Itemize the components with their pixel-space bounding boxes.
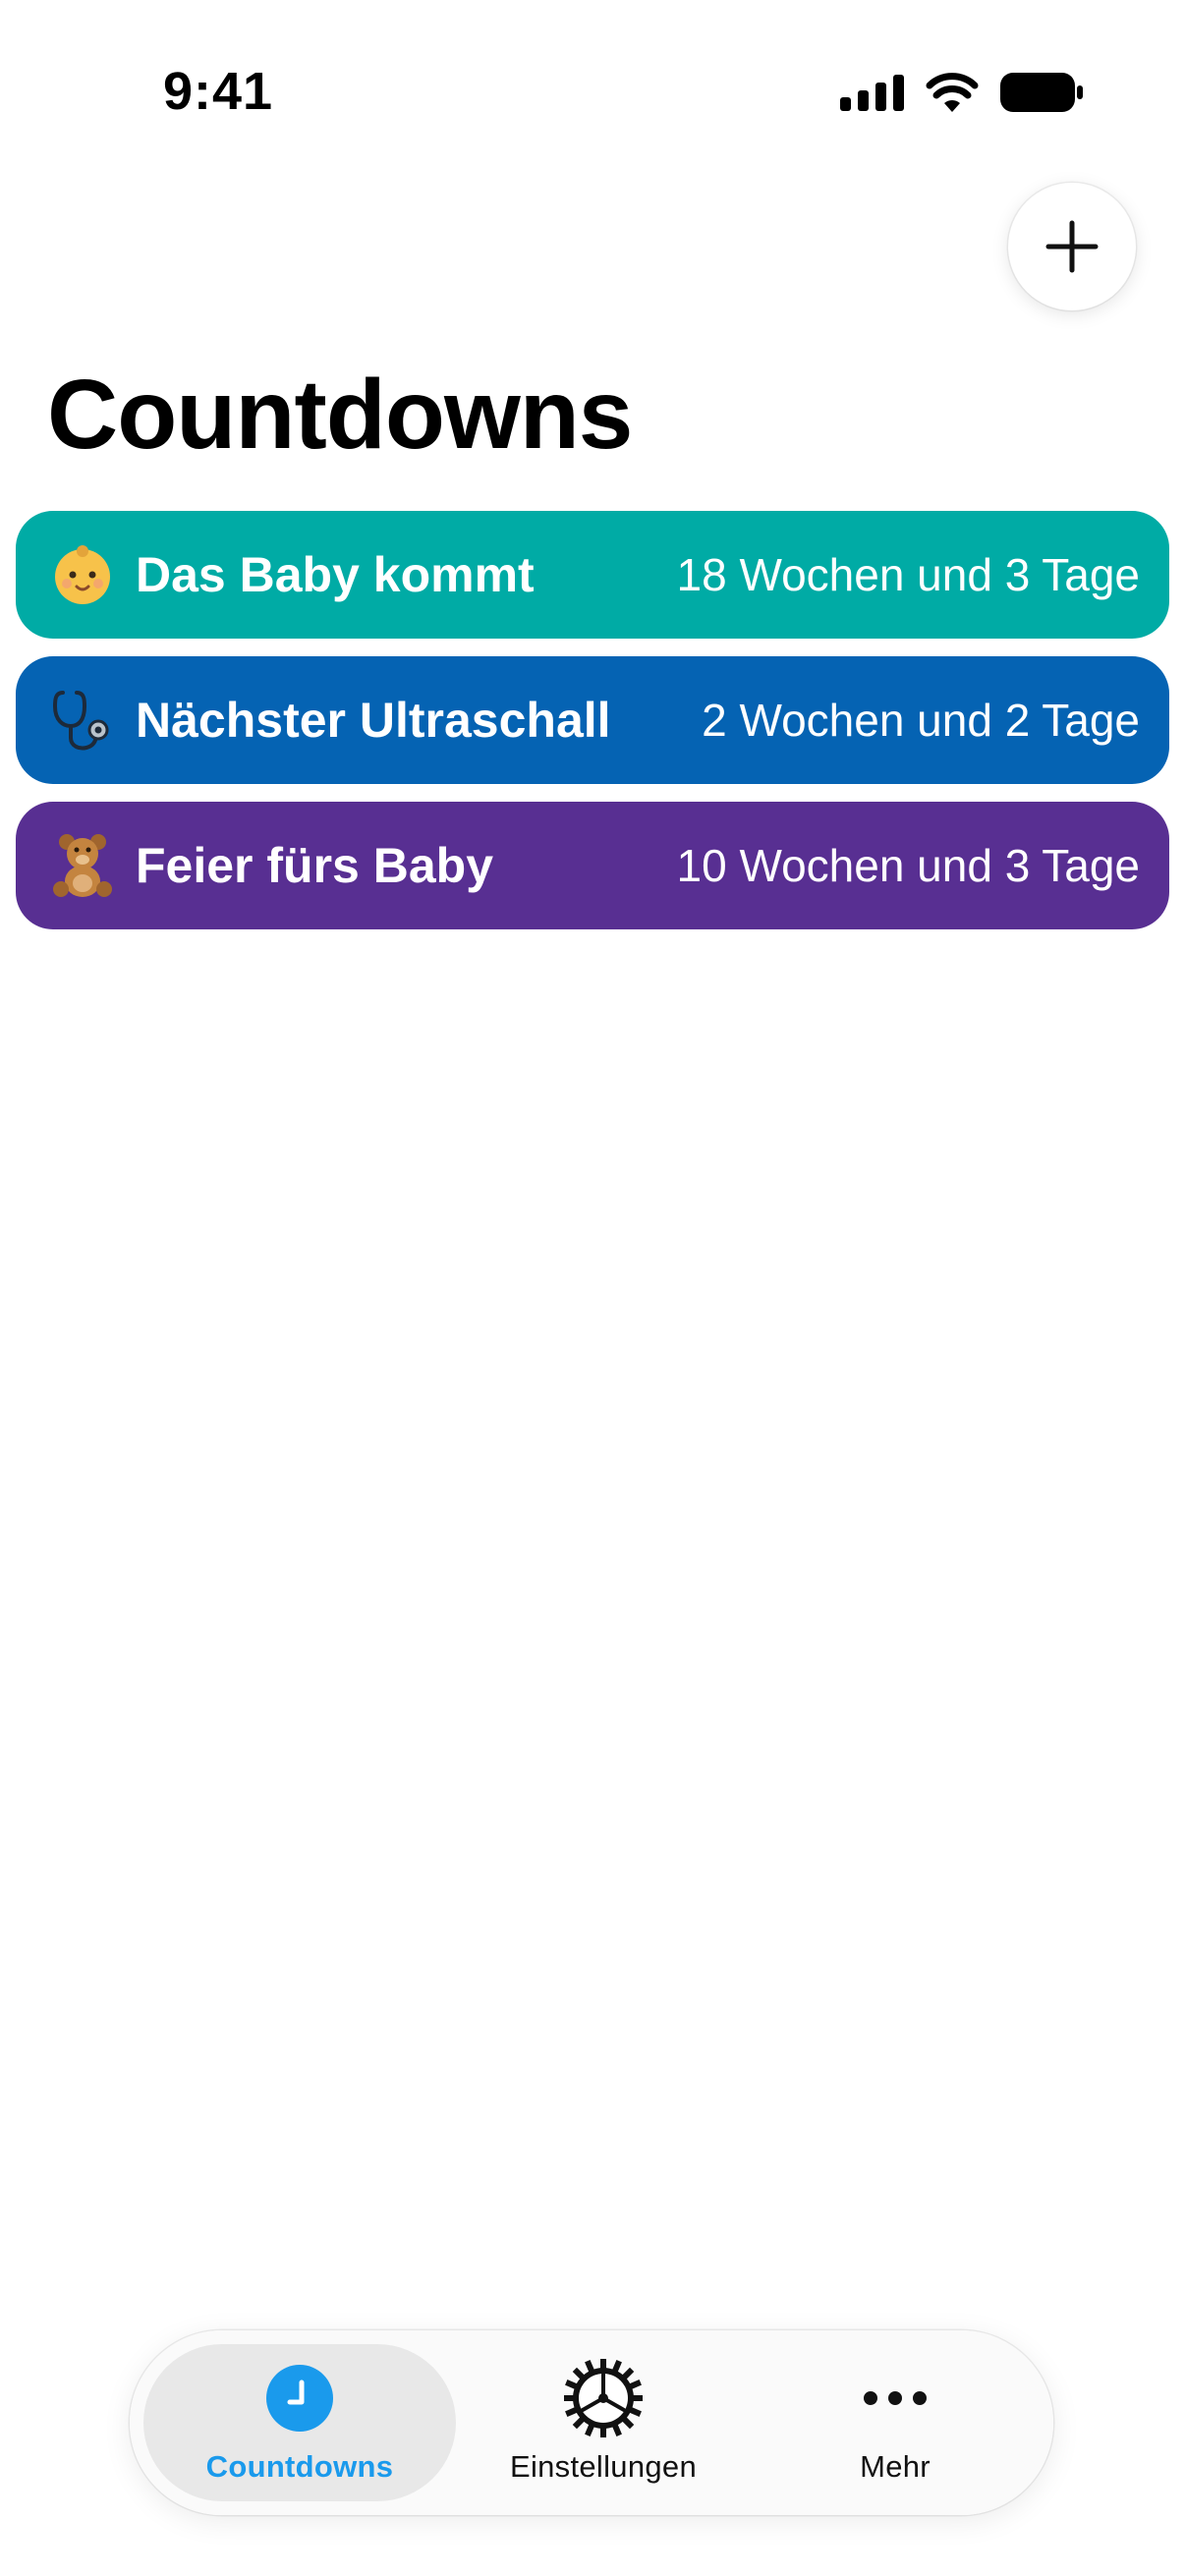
tab-label: Mehr (860, 2449, 931, 2484)
tab-countdowns[interactable]: Countdowns (143, 2344, 456, 2501)
add-countdown-button[interactable] (1008, 183, 1136, 310)
plus-icon (1045, 220, 1099, 273)
wifi-icon (926, 73, 979, 112)
countdown-list: Das Baby kommt 18 Wochen und 3 Tage Näch… (16, 511, 1169, 947)
battery-icon (1000, 73, 1083, 112)
countdown-remaining: 2 Wochen und 2 Tage (702, 695, 1140, 746)
page-title: Countdowns (47, 360, 633, 470)
cellular-signal-icon (840, 74, 904, 111)
countdown-title: Das Baby kommt (136, 547, 535, 602)
countdown-card-baby[interactable]: Das Baby kommt 18 Wochen und 3 Tage (16, 511, 1169, 639)
countdown-remaining: 18 Wochen und 3 Tage (676, 549, 1140, 600)
clock-icon (266, 2365, 333, 2432)
countdown-card-party[interactable]: Feier fürs Baby 10 Wochen und 3 Tage (16, 802, 1169, 929)
countdown-title: Nächster Ultraschall (136, 693, 611, 748)
status-bar: 9:41 (0, 0, 1185, 187)
ellipsis-icon (864, 2391, 927, 2405)
tab-label: Einstellungen (509, 2449, 698, 2484)
tab-label: Countdowns (205, 2449, 394, 2484)
tab-settings[interactable]: Einstellungen (456, 2344, 751, 2501)
teddy-bear-icon (45, 828, 120, 903)
baby-icon (45, 537, 120, 612)
tab-bar: Countdowns Einstellungen Mehr (130, 2330, 1053, 2515)
stethoscope-icon (45, 683, 120, 757)
status-time: 9:41 (163, 62, 274, 121)
status-icons (840, 73, 1083, 112)
countdown-remaining: 10 Wochen und 3 Tage (676, 840, 1140, 891)
tab-more[interactable]: Mehr (751, 2344, 1040, 2501)
countdown-card-ultrasound[interactable]: Nächster Ultraschall 2 Wochen und 2 Tage (16, 656, 1169, 784)
countdown-title: Feier fürs Baby (136, 838, 494, 893)
gear-icon (564, 2359, 643, 2437)
